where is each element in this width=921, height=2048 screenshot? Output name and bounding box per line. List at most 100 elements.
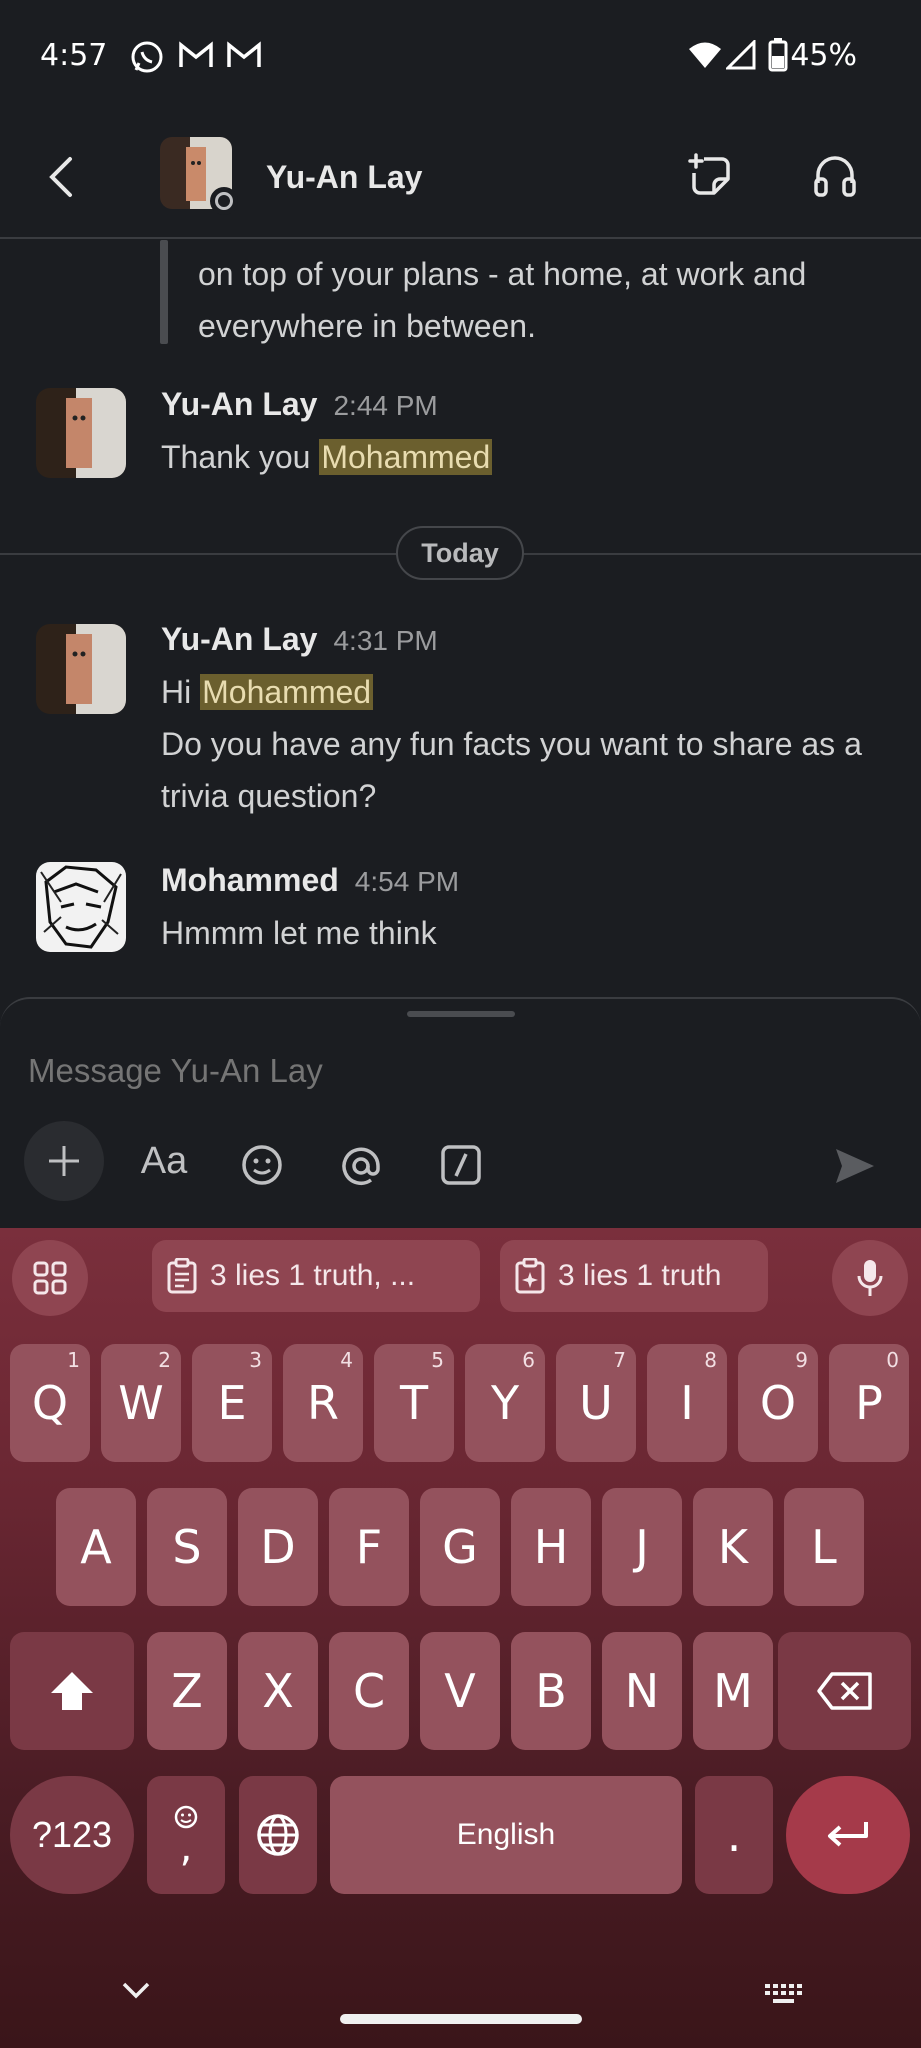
key-x[interactable]: X [238, 1632, 318, 1750]
quoted-message-text: on top of your plans - at home, at work … [198, 256, 807, 344]
user-mention[interactable]: Mohammed [319, 439, 493, 475]
presence-status-icon [210, 187, 238, 215]
user-mention[interactable]: Mohammed [200, 674, 374, 710]
headphones-icon[interactable] [812, 153, 858, 199]
battery-level: 45% [790, 38, 857, 73]
backspace-key[interactable] [778, 1632, 911, 1750]
key-p[interactable]: P0 [829, 1344, 909, 1462]
language-key[interactable] [239, 1776, 317, 1894]
key-hint: 2 [158, 1348, 171, 1372]
key-label: Q [31, 1376, 69, 1430]
key-w[interactable]: W2 [101, 1344, 181, 1462]
sender-avatar[interactable] [36, 388, 126, 478]
space-key[interactable]: English [330, 1776, 682, 1894]
clipboard-sparkle-icon [515, 1258, 545, 1294]
home-indicator[interactable] [340, 2014, 582, 2024]
send-icon[interactable] [834, 1147, 876, 1185]
key-b[interactable]: B [511, 1632, 591, 1750]
message-sender[interactable]: Yu-An Lay 2:44 PM [161, 386, 438, 423]
period-key[interactable]: . [695, 1776, 773, 1894]
conversation-header: Yu-An Lay [0, 115, 921, 239]
globe-icon [257, 1814, 299, 1856]
quote-bar [160, 240, 168, 344]
status-time: 4:57 [40, 38, 108, 73]
key-label: Y [490, 1376, 520, 1430]
message-time: 2:44 PM [333, 390, 438, 421]
keyboard-switch-icon[interactable] [764, 1982, 804, 2008]
keyboard-menu-button[interactable] [12, 1240, 88, 1316]
day-divider[interactable]: Today [396, 526, 524, 580]
message-body: Hi Mohammed Do you have any fun facts yo… [161, 674, 862, 814]
clipboard-suggestion[interactable]: 3 lies 1 truth, ... [152, 1240, 480, 1312]
plus-icon [49, 1146, 79, 1176]
key-a[interactable]: A [56, 1488, 136, 1606]
key-e[interactable]: E3 [192, 1344, 272, 1462]
formatting-button[interactable]: Aa [134, 1129, 194, 1193]
message-body: Hmmm let me think [161, 915, 437, 951]
key-m[interactable]: M [693, 1632, 773, 1750]
key-n[interactable]: N [602, 1632, 682, 1750]
status-bar: 4:57 45% [0, 0, 921, 115]
return-icon [828, 1822, 868, 1847]
sender-avatar[interactable] [36, 862, 126, 952]
key-k[interactable]: K [693, 1488, 773, 1606]
key-i[interactable]: I8 [647, 1344, 727, 1462]
drag-handle[interactable] [407, 1011, 515, 1017]
keyboard: 3 lies 1 truth, ... 3 lies 1 truth Q1W2E… [0, 1228, 921, 2048]
key-hint: 5 [431, 1348, 444, 1372]
gmail-icon [179, 41, 213, 67]
message-time: 4:54 PM [354, 866, 460, 897]
message-composer: Aa [0, 997, 921, 1229]
key-label: P [855, 1376, 883, 1430]
key-g[interactable]: G [420, 1488, 500, 1606]
clipboard-icon [167, 1258, 197, 1294]
message-sender[interactable]: Yu-An Lay 4:31 PM [161, 621, 438, 658]
comma-emoji-key[interactable]: , [147, 1776, 225, 1894]
key-hint: 4 [340, 1348, 353, 1372]
key-j[interactable]: J [602, 1488, 682, 1606]
key-hint: 7 [613, 1348, 626, 1372]
key-r[interactable]: R4 [283, 1344, 363, 1462]
hide-keyboard-icon[interactable] [120, 1980, 152, 2000]
contact-name[interactable]: Yu-An Lay [266, 159, 422, 196]
key-v[interactable]: V [420, 1632, 500, 1750]
key-hint: 8 [704, 1348, 717, 1372]
key-hint: 1 [67, 1348, 80, 1372]
key-q[interactable]: Q1 [10, 1344, 90, 1462]
key-u[interactable]: U7 [556, 1344, 636, 1462]
key-d[interactable]: D [238, 1488, 318, 1606]
key-hint: 0 [886, 1348, 899, 1372]
key-label: R [307, 1376, 339, 1430]
apps-grid-icon [33, 1261, 67, 1295]
message-body: Thank you Mohammed [161, 439, 493, 475]
key-z[interactable]: Z [147, 1632, 227, 1750]
key-y[interactable]: Y6 [465, 1344, 545, 1462]
symbols-key[interactable]: ?123 [10, 1776, 134, 1894]
key-l[interactable]: L [784, 1488, 864, 1606]
voice-input-button[interactable] [832, 1240, 908, 1316]
message-sender[interactable]: Mohammed 4:54 PM [161, 862, 459, 899]
backspace-icon [816, 1672, 872, 1710]
sender-avatar[interactable] [36, 624, 126, 714]
add-attachment-button[interactable] [24, 1121, 104, 1201]
key-t[interactable]: T5 [374, 1344, 454, 1462]
key-c[interactable]: C [329, 1632, 409, 1750]
smart-clipboard-suggestion[interactable]: 3 lies 1 truth [500, 1240, 768, 1312]
message-input[interactable] [28, 1047, 888, 1095]
key-f[interactable]: F [329, 1488, 409, 1606]
enter-key[interactable] [786, 1776, 910, 1894]
canvas-icon[interactable] [688, 153, 734, 199]
gmail-icon [227, 41, 261, 67]
key-h[interactable]: H [511, 1488, 591, 1606]
mention-icon[interactable] [338, 1143, 384, 1189]
shift-icon [51, 1672, 93, 1710]
slash-command-icon[interactable] [440, 1144, 482, 1186]
back-arrow-icon[interactable] [40, 153, 84, 201]
key-o[interactable]: O9 [738, 1344, 818, 1462]
key-s[interactable]: S [147, 1488, 227, 1606]
key-hint: 3 [249, 1348, 262, 1372]
emoji-icon[interactable] [240, 1143, 284, 1187]
shift-key[interactable] [10, 1632, 134, 1750]
key-hint: 6 [522, 1348, 535, 1372]
key-label: W [118, 1376, 164, 1430]
